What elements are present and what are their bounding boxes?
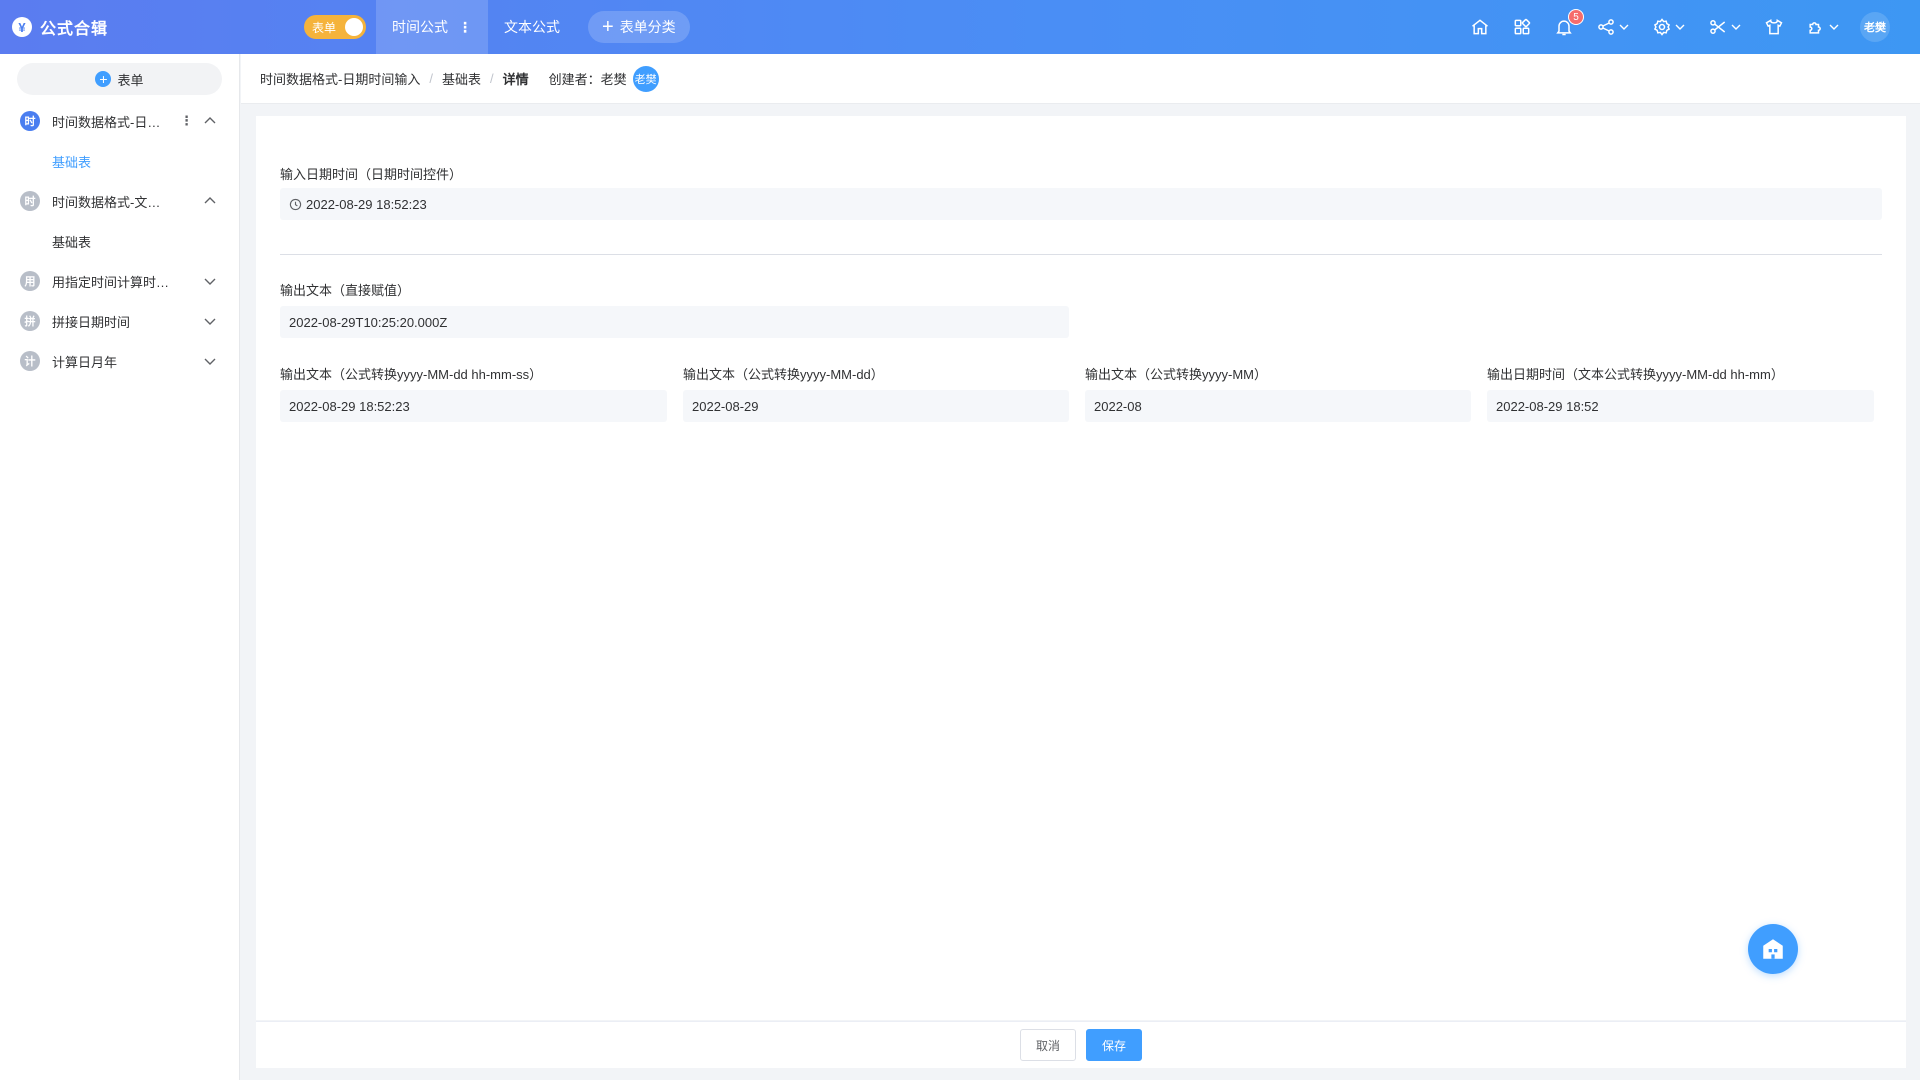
- building-icon: [1763, 939, 1783, 959]
- output-direct-value: 2022-08-29T10:25:20.000Z: [289, 314, 448, 330]
- input-datetime-value: 2022-08-29 18:52:23: [306, 196, 427, 212]
- top-navbar: ¥ 公式合辑 表单 时间公式 ⋮ 文本公式 + 表单分类 5 老樊: [0, 0, 1920, 54]
- apps-button[interactable]: [1512, 17, 1532, 37]
- plugin-icon: [1809, 22, 1821, 34]
- home-button[interactable]: [1470, 17, 1490, 37]
- settings-icon: [1653, 18, 1671, 36]
- breadcrumb-table[interactable]: 基础表: [442, 69, 481, 88]
- category-badge-icon: 时: [20, 191, 40, 211]
- sidebar-item-time-diff[interactable]: 用 用指定时间计算时间差: [0, 261, 239, 301]
- yen-logo-icon: ¥: [12, 17, 32, 37]
- tools-icon: [1710, 20, 1726, 34]
- output-field-4[interactable]: 2022-08-29 18:52: [1487, 390, 1874, 422]
- settings-menu[interactable]: [1652, 17, 1686, 37]
- breadcrumb-current: 详情: [502, 72, 529, 87]
- output-field-label: 输出文本（公式转换yyyy-MM-dd hh-mm-ss）: [280, 367, 543, 382]
- tab-text-formula[interactable]: 文本公式: [488, 0, 576, 54]
- chevron-down-icon[interactable]: [203, 274, 217, 288]
- output-direct-field[interactable]: 2022-08-29T10:25:20.000Z: [280, 306, 1069, 338]
- sidebar-item-label: 时间数据格式-文本输入: [52, 194, 172, 210]
- chevron-down-icon: [1675, 24, 1685, 30]
- theme-button[interactable]: [1764, 17, 1784, 37]
- category-badge-icon: 计: [20, 351, 40, 371]
- save-button[interactable]: 保存: [1086, 1029, 1143, 1061]
- sidebar: + 表单 时 时间数据格式-日期时间输入 ⋮ 基础表 时 时间数据格式-文本输入…: [0, 54, 240, 1080]
- chevron-down-icon: [1731, 24, 1741, 30]
- plus-circle-icon: +: [95, 71, 112, 87]
- output-field-value: 2022-08: [1094, 398, 1142, 414]
- chevron-down-icon[interactable]: [203, 314, 217, 328]
- output-field-label: 输出日期时间（文本公式转换yyyy-MM-dd hh-mm）: [1487, 367, 1784, 382]
- app-title: 公式合辑: [40, 21, 109, 38]
- chevron-up-icon[interactable]: [203, 114, 217, 128]
- more-vertical-icon[interactable]: ⋮: [180, 113, 193, 129]
- category-badge-icon: 拼: [20, 311, 40, 331]
- chevron-down-icon[interactable]: [203, 354, 217, 368]
- breadcrumb-separator: /: [429, 71, 433, 86]
- clock-icon: [289, 198, 302, 210]
- sidebar-item-calc-dmy[interactable]: 计 计算日月年: [0, 341, 239, 381]
- add-category-label: 表单分类: [619, 19, 676, 35]
- home-icon: [1472, 19, 1488, 35]
- form-mode-toggle[interactable]: 表单: [304, 15, 366, 39]
- sidebar-item-label: 时间数据格式-日期时间输入: [52, 114, 172, 130]
- tools-menu[interactable]: [1708, 17, 1742, 37]
- new-form-button[interactable]: + 表单: [17, 63, 222, 95]
- sidebar-item-label: 拼接日期时间: [52, 314, 131, 330]
- form-detail-panel: 输入日期时间（日期时间控件） 2022-08-29 18:52:23 输出文本（…: [256, 116, 1906, 1020]
- add-category-button[interactable]: + 表单分类: [588, 11, 690, 43]
- output-field-1[interactable]: 2022-08-29 18:52:23: [280, 390, 667, 422]
- home-float-button[interactable]: [1748, 924, 1798, 974]
- creator-avatar: 老樊: [632, 65, 659, 92]
- section-divider: [280, 254, 1882, 255]
- breadcrumb: 时间数据格式-日期时间输入 / 基础表 / 详情 创建者：老樊 老樊: [241, 54, 1920, 104]
- tab-more-icon[interactable]: ⋮: [458, 19, 472, 36]
- tab-label: 文本公式: [504, 19, 560, 35]
- output-direct-label: 输出文本（直接赋值）: [280, 283, 411, 298]
- plugin-menu[interactable]: [1806, 17, 1840, 37]
- notifications-button[interactable]: 5: [1554, 9, 1584, 37]
- sidebar-item-label: 计算日月年: [52, 354, 118, 370]
- output-field-3[interactable]: 2022-08: [1085, 390, 1471, 422]
- tab-time-formula[interactable]: 时间公式 ⋮: [376, 0, 488, 54]
- chevron-up-icon[interactable]: [203, 194, 217, 208]
- sidebar-item-text-input[interactable]: 时 时间数据格式-文本输入: [0, 181, 239, 221]
- tab-label: 时间公式: [392, 19, 448, 35]
- sidebar-subitem-basic-table[interactable]: 基础表: [0, 221, 239, 261]
- cancel-button[interactable]: 取消: [1019, 1029, 1076, 1061]
- chevron-down-icon: [1829, 24, 1839, 30]
- input-datetime-field[interactable]: 2022-08-29 18:52:23: [280, 188, 1882, 220]
- toggle-knob: [345, 18, 363, 36]
- mode-toggle-label: 表单: [312, 20, 337, 35]
- notification-badge: 5: [1568, 9, 1584, 25]
- breadcrumb-form[interactable]: 时间数据格式-日期时间输入: [260, 69, 420, 88]
- sidebar-subitem-basic-table[interactable]: 基础表: [0, 141, 239, 181]
- chevron-down-icon: [1619, 24, 1629, 30]
- category-badge-icon: 时: [20, 111, 40, 131]
- output-field-value: 2022-08-29 18:52:23: [289, 398, 410, 414]
- share-menu[interactable]: [1596, 17, 1630, 37]
- apps-grid-icon: [1514, 18, 1531, 35]
- sidebar-item-concat-datetime[interactable]: 拼 拼接日期时间: [0, 301, 239, 341]
- sidebar-item-label: 用指定时间计算时间差: [52, 274, 172, 290]
- output-field-label: 输出文本（公式转换yyyy-MM）: [1085, 367, 1267, 382]
- breadcrumb-separator: /: [489, 71, 494, 86]
- output-field-label: 输出文本（公式转换yyyy-MM-dd）: [683, 367, 884, 382]
- plus-icon: +: [602, 16, 614, 38]
- shirt-icon: [1765, 19, 1783, 35]
- category-badge-icon: 用: [20, 271, 40, 291]
- input-datetime-label: 输入日期时间（日期时间控件）: [280, 167, 463, 182]
- creator-label: 创建者：老樊: [548, 72, 627, 87]
- footer-actions: 取消 保存: [256, 1021, 1906, 1068]
- sidebar-item-datetime-input[interactable]: 时 时间数据格式-日期时间输入 ⋮: [0, 101, 239, 141]
- user-avatar[interactable]: 老樊: [1860, 12, 1890, 42]
- share-icon: [1598, 19, 1614, 35]
- output-field-value: 2022-08-29 18:52: [1496, 398, 1599, 414]
- output-field-value: 2022-08-29: [692, 398, 759, 414]
- brand: ¥ 公式合辑: [0, 0, 240, 54]
- output-field-2[interactable]: 2022-08-29: [683, 390, 1069, 422]
- new-form-label: 表单: [117, 72, 144, 88]
